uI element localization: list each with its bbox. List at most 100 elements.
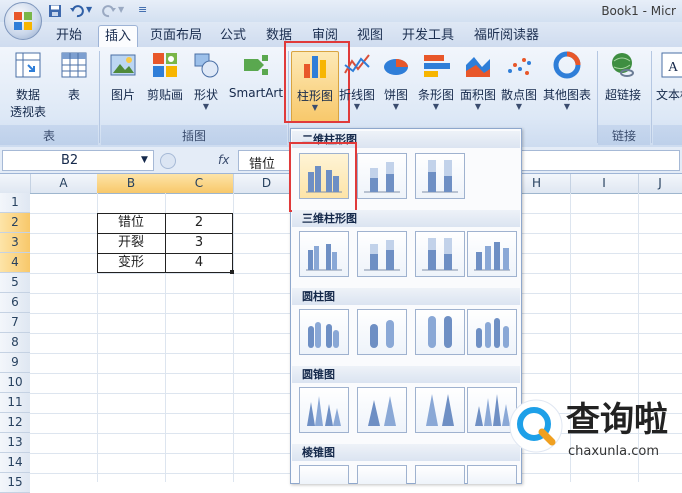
line-dropdown-icon: ▼: [353, 102, 361, 111]
cell-b3[interactable]: 开裂: [97, 233, 165, 252]
cylinder-percent-option[interactable]: [415, 309, 465, 355]
pie-chart-button[interactable]: 饼图 ▼: [378, 51, 414, 111]
column-header-b[interactable]: B: [97, 174, 166, 193]
redo-dropdown-icon[interactable]: ▼: [118, 5, 124, 14]
column-header-j[interactable]: J: [638, 174, 682, 193]
row-header[interactable]: 12: [0, 413, 30, 433]
3d-percent-stacked-column-option[interactable]: [415, 231, 465, 277]
cell-c4[interactable]: 4: [165, 253, 233, 272]
redo-icon[interactable]: [102, 4, 116, 18]
row-header[interactable]: 1: [0, 193, 30, 213]
bar-chart-button[interactable]: 条形图 ▼: [414, 51, 458, 111]
cylinder-percent-icon: [428, 316, 452, 348]
name-box-dropdown-icon[interactable]: ▼: [141, 155, 148, 165]
column-header-a[interactable]: A: [30, 174, 98, 193]
cone-clustered-option[interactable]: [299, 387, 349, 433]
pyramid-stacked-option[interactable]: [357, 465, 407, 484]
tab-view[interactable]: 视图: [351, 25, 389, 46]
shapes-button[interactable]: 形状 ▼: [188, 51, 224, 111]
cell-c2[interactable]: 2: [165, 213, 233, 232]
percent-stacked-column-option[interactable]: [415, 153, 465, 199]
table-button[interactable]: 表: [56, 51, 92, 103]
shapes-label: 形状: [193, 88, 218, 102]
row-header[interactable]: 13: [0, 433, 30, 453]
textbox-button[interactable]: A 文本框: [652, 51, 682, 103]
shapes-icon: [194, 53, 219, 78]
row-header[interactable]: 14: [0, 453, 30, 473]
3d-stacked-column-option[interactable]: [357, 231, 407, 277]
cylinder-3d-option[interactable]: [467, 309, 517, 355]
office-button[interactable]: [4, 2, 42, 40]
cylinder-stacked-option[interactable]: [357, 309, 407, 355]
column-header-c[interactable]: C: [165, 174, 234, 193]
pyramid-clustered-option[interactable]: [299, 465, 349, 484]
row-header[interactable]: 5: [0, 273, 30, 293]
table-icon: [61, 52, 87, 78]
cone-percent-icon: [426, 394, 454, 426]
row-header[interactable]: 10: [0, 373, 30, 393]
tab-foxit-reader[interactable]: 福昕阅读器: [468, 25, 545, 46]
row-header[interactable]: 11: [0, 393, 30, 413]
smartart-button[interactable]: SmartArt: [228, 51, 284, 100]
smartart-label: SmartArt: [228, 86, 284, 100]
tab-insert[interactable]: 插入: [98, 25, 139, 47]
grid-line: [233, 193, 234, 482]
area-chart-button[interactable]: 面积图 ▼: [458, 51, 498, 111]
hyperlink-button[interactable]: 超链接: [600, 51, 646, 103]
textbox-icon: A: [661, 52, 682, 78]
column-header-i[interactable]: I: [570, 174, 639, 193]
scatter-chart-button[interactable]: 散点图 ▼: [498, 51, 540, 111]
tab-home[interactable]: 开始: [50, 25, 88, 46]
undo-dropdown-icon[interactable]: ▼: [86, 5, 92, 14]
fill-handle[interactable]: [230, 270, 234, 274]
tab-formulas[interactable]: 公式: [214, 25, 252, 46]
cone-stacked-option[interactable]: [357, 387, 407, 433]
line-chart-icon: [344, 54, 370, 74]
stacked-column-option[interactable]: [357, 153, 407, 199]
picture-button[interactable]: 图片: [104, 51, 142, 103]
pie-chart-label: 饼图: [383, 88, 408, 102]
formula-value: 错位: [249, 157, 276, 172]
pivot-table-button[interactable]: 数据 透视表: [6, 51, 50, 120]
line-chart-button[interactable]: 折线图 ▼: [336, 51, 378, 111]
row-header[interactable]: 15: [0, 473, 30, 493]
row-header[interactable]: 7: [0, 313, 30, 333]
clipart-button[interactable]: 剪贴画: [142, 51, 188, 103]
3d-column-option[interactable]: [467, 231, 517, 277]
cylinder-clustered-option[interactable]: [299, 309, 349, 355]
pivot-label-2: 透视表: [9, 105, 46, 119]
row-header[interactable]: 8: [0, 333, 30, 353]
row-header[interactable]: 6: [0, 293, 30, 313]
row-header[interactable]: 2: [0, 213, 30, 233]
pyramid-percent-option[interactable]: [415, 465, 465, 484]
tab-page-layout[interactable]: 页面布局: [144, 25, 208, 46]
row-header[interactable]: 9: [0, 353, 30, 373]
3d-clustered-column-option[interactable]: [299, 231, 349, 277]
svg-text:A: A: [668, 60, 679, 75]
select-all-corner[interactable]: [0, 174, 31, 193]
pie-dropdown-icon: ▼: [392, 102, 400, 111]
office-logo-icon: [14, 12, 32, 30]
group-separator: [99, 51, 100, 143]
insert-function-icon[interactable]: fx: [218, 153, 229, 167]
undo-icon[interactable]: [70, 4, 84, 18]
cylinder-stacked-icon: [370, 320, 394, 348]
row-header[interactable]: 3: [0, 233, 30, 253]
picture-label: 图片: [110, 88, 135, 102]
customize-qat-icon[interactable]: ≡: [138, 3, 147, 16]
cell-b2[interactable]: 错位: [97, 213, 165, 232]
group-label-tables: 表: [42, 129, 55, 143]
other-charts-button[interactable]: 其他图表 ▼: [540, 51, 594, 111]
save-icon[interactable]: [48, 4, 62, 18]
formula-bar-expand-icon[interactable]: [160, 153, 176, 169]
tab-developer[interactable]: 开发工具: [396, 25, 460, 46]
cell-b4[interactable]: 变形: [97, 253, 165, 272]
other-dropdown-icon: ▼: [563, 102, 571, 111]
other-charts-label: 其他图表: [542, 88, 591, 102]
cell-c3[interactable]: 3: [165, 233, 233, 252]
name-box[interactable]: B2 ▼: [2, 150, 154, 171]
row-header[interactable]: 4: [0, 253, 30, 273]
3d-column-icon: [474, 242, 510, 271]
cone-clustered-icon: [307, 396, 341, 426]
cone-percent-option[interactable]: [415, 387, 465, 433]
